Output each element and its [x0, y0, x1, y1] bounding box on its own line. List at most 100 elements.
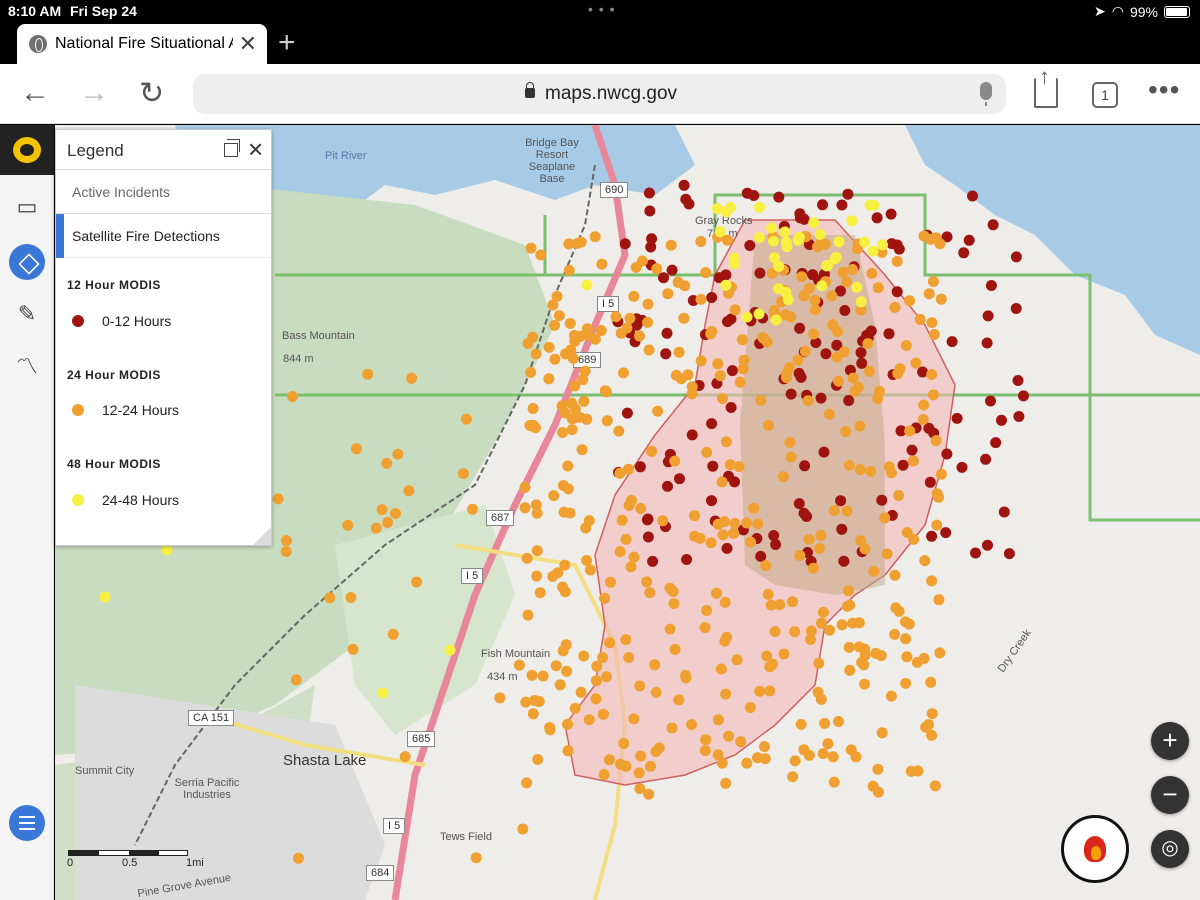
fire-detection-dot[interactable]	[569, 702, 581, 714]
tab-close-button[interactable]: ✕	[239, 31, 257, 57]
fire-detection-dot[interactable]	[494, 692, 506, 704]
fire-detection-dot[interactable]	[634, 330, 645, 342]
fire-detection-dot[interactable]	[601, 671, 612, 683]
fire-detection-dot[interactable]	[566, 424, 578, 436]
fire-detection-dot[interactable]	[644, 587, 656, 599]
fire-detection-dot[interactable]	[591, 660, 603, 672]
fire-detection-dot[interactable]	[717, 393, 728, 405]
fire-detection-dot[interactable]	[792, 234, 804, 246]
fire-detection-dot[interactable]	[387, 628, 399, 640]
fire-detection-dot[interactable]	[531, 570, 543, 582]
fire-detection-dot[interactable]	[818, 446, 830, 458]
fire-detection-dot[interactable]	[925, 676, 937, 688]
fire-detection-dot[interactable]	[858, 659, 870, 671]
fire-detection-dot[interactable]	[342, 519, 354, 531]
fire-detection-dot[interactable]	[872, 763, 884, 775]
fire-detection-dot[interactable]	[885, 690, 897, 702]
fire-detection-dot[interactable]	[731, 654, 743, 666]
fire-detection-dot[interactable]	[689, 530, 701, 542]
chart-icon[interactable]: 〽	[12, 352, 42, 382]
fire-detection-dot[interactable]	[674, 473, 685, 485]
fire-detection-dot[interactable]	[833, 236, 845, 248]
fire-detection-dot[interactable]	[280, 535, 292, 547]
fire-detection-dot[interactable]	[535, 249, 547, 261]
fire-detection-dot[interactable]	[795, 718, 807, 730]
fire-detection-dot[interactable]	[926, 369, 938, 380]
fire-detection-dot[interactable]	[927, 276, 939, 287]
fire-detection-dot[interactable]	[759, 741, 770, 753]
fire-detection-dot[interactable]	[723, 730, 735, 742]
fire-detection-dot[interactable]	[883, 328, 895, 340]
fire-detection-dot[interactable]	[653, 742, 665, 754]
fire-detection-dot[interactable]	[911, 656, 923, 668]
fire-detection-dot[interactable]	[890, 602, 902, 614]
fire-detection-dot[interactable]	[817, 606, 829, 618]
fire-detection-dot[interactable]	[879, 512, 891, 524]
fire-detection-dot[interactable]	[534, 587, 546, 599]
fire-detection-dot[interactable]	[700, 734, 712, 746]
fire-detection-dot[interactable]	[785, 451, 797, 463]
fire-detection-dot[interactable]	[444, 644, 456, 656]
fire-detection-dot[interactable]	[642, 316, 654, 328]
fire-detection-dot[interactable]	[646, 445, 658, 457]
fire-detection-dot[interactable]	[793, 367, 805, 379]
fire-detection-dot[interactable]	[721, 542, 733, 554]
fire-detection-dot[interactable]	[839, 305, 851, 316]
fire-detection-dot[interactable]	[941, 448, 953, 460]
fire-detection-dot[interactable]	[906, 444, 918, 456]
fire-detection-dot[interactable]	[562, 718, 573, 730]
fire-detection-dot[interactable]	[835, 495, 847, 507]
fire-detection-dot[interactable]	[934, 647, 946, 659]
fire-detection-dot[interactable]	[649, 659, 661, 671]
fire-detection-dot[interactable]	[780, 372, 792, 383]
fire-detection-dot[interactable]	[735, 736, 747, 748]
fire-detection-dot[interactable]	[753, 308, 765, 320]
fire-detection-dot[interactable]	[669, 643, 681, 655]
fire-detection-dot[interactable]	[847, 372, 859, 384]
fire-detection-dot[interactable]	[745, 536, 757, 548]
fire-detection-dot[interactable]	[803, 749, 815, 761]
fire-detection-dot[interactable]	[553, 310, 565, 322]
fire-detection-dot[interactable]	[686, 381, 698, 393]
restore-icon[interactable]	[224, 139, 240, 157]
fire-detection-dot[interactable]	[958, 247, 970, 259]
fire-detection-dot[interactable]	[768, 530, 780, 541]
fire-detection-dot[interactable]	[842, 600, 853, 612]
fire-detection-dot[interactable]	[903, 618, 915, 630]
fire-detection-dot[interactable]	[783, 362, 795, 374]
fire-detection-dot[interactable]	[362, 368, 374, 380]
fire-detection-dot[interactable]	[719, 596, 731, 608]
fire-detection-dot[interactable]	[736, 334, 748, 346]
fire-detection-dot[interactable]	[889, 628, 901, 640]
fire-detection-dot[interactable]	[830, 251, 842, 263]
fire-detection-dot[interactable]	[557, 645, 569, 657]
fire-detection-dot[interactable]	[561, 665, 573, 677]
fire-detection-dot[interactable]	[549, 353, 561, 365]
fire-detection-dot[interactable]	[930, 435, 942, 447]
fire-detection-dot[interactable]	[926, 708, 938, 720]
fire-detection-dot[interactable]	[576, 444, 588, 456]
fire-detection-dot[interactable]	[706, 292, 718, 303]
fire-detection-dot[interactable]	[554, 679, 566, 691]
fire-detection-dot[interactable]	[796, 271, 808, 283]
fire-detection-dot[interactable]	[715, 663, 727, 675]
fire-detection-dot[interactable]	[581, 555, 593, 566]
fire-detection-dot[interactable]	[604, 754, 615, 766]
presentation-icon[interactable]: ▭	[12, 192, 42, 222]
fire-detection-dot[interactable]	[695, 355, 707, 367]
fire-detection-dot[interactable]	[862, 338, 874, 350]
fire-detection-dot[interactable]	[699, 622, 711, 633]
fire-detection-dot[interactable]	[814, 228, 826, 240]
fire-detection-dot[interactable]	[793, 498, 805, 510]
fire-detection-dot[interactable]	[900, 633, 912, 645]
fire-detection-dot[interactable]	[619, 238, 631, 250]
fire-detection-dot[interactable]	[868, 199, 880, 211]
fire-detection-dot[interactable]	[647, 555, 659, 567]
fire-detection-dot[interactable]	[855, 347, 867, 359]
fire-detection-dot[interactable]	[940, 527, 952, 539]
fire-detection-dot[interactable]	[717, 529, 729, 541]
fire-detection-dot[interactable]	[620, 634, 632, 646]
fire-detection-dot[interactable]	[725, 402, 737, 413]
fire-detection-dot[interactable]	[628, 551, 640, 563]
fire-detection-dot[interactable]	[855, 535, 867, 547]
